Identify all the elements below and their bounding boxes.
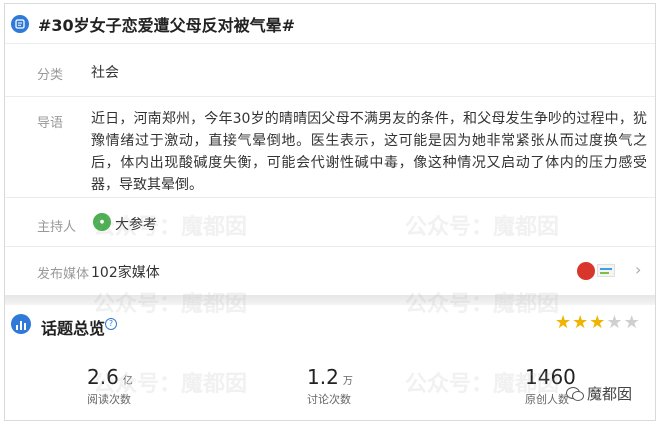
star-icon: ★	[623, 312, 640, 333]
topic-card: #30岁女子恋爱遭父母反对被气晕# 分类 社会 导语 近日，河南郑州，今年30岁…	[5, 4, 655, 295]
chart-icon	[11, 314, 31, 334]
stat-discussions: 1.2 万 讨论次数	[307, 365, 353, 407]
host-row[interactable]: 主持人 ● 大参考	[5, 199, 655, 247]
star-icon: ★	[606, 312, 623, 333]
lead-text: 近日，河南郑州，今年30岁的晴晴因父母不满男友的条件，和父母发生争吵的过程中，犹…	[91, 111, 647, 193]
stat-label: 讨论次数	[307, 393, 351, 406]
stat-label: 阅读次数	[87, 393, 131, 406]
media-logo-icon	[577, 262, 595, 280]
corner-watermark: 魔都囡	[566, 383, 632, 404]
lead-label: 导语	[37, 116, 64, 131]
stat-unit: 亿	[122, 376, 133, 387]
section-divider	[5, 295, 655, 305]
host-name[interactable]: 大参考	[115, 214, 157, 234]
topic-panel: #30岁女子恋爱遭父母反对被气晕# 分类 社会 导语 近日，河南郑州，今年30岁…	[4, 3, 656, 421]
overview-section: 话题总览 ? ★ ★ ★ ★ ★ 2.6 亿 阅读次数 1.2 万 讨论次数 1460 原创…	[5, 305, 655, 420]
stat-reads: 2.6 亿 阅读次数	[87, 365, 133, 407]
topic-title: #30岁女子恋爱遭父母反对被气晕#	[38, 15, 296, 35]
topic-icon	[11, 14, 29, 33]
stat-value: 2.6	[87, 365, 119, 389]
host-label: 主持人	[37, 220, 77, 235]
stat-unit: 万	[342, 376, 353, 387]
overview-title: 话题总览	[41, 319, 106, 338]
media-value: 102家媒体	[91, 265, 160, 281]
host-avatar-icon[interactable]: ●	[93, 213, 111, 231]
stat-value: 1.2	[307, 365, 339, 389]
category-value[interactable]: 社会	[91, 62, 119, 82]
topic-header: #30岁女子恋爱遭父母反对被气晕#	[5, 4, 655, 44]
media-label: 发布媒体	[37, 267, 90, 282]
help-icon[interactable]: ?	[105, 318, 117, 330]
lead-row: 导语 近日，河南郑州，今年30岁的晴晴因父母不满男友的条件，和父母发生争吵的过程…	[5, 98, 655, 198]
star-icon: ★	[555, 312, 572, 333]
media-logo-icon	[597, 264, 615, 277]
chevron-right-icon[interactable]: ›	[635, 260, 641, 279]
corner-watermark-text: 魔都囡	[587, 385, 633, 403]
category-label: 分类	[37, 68, 64, 83]
star-icon: ★	[572, 312, 589, 333]
rating-stars: ★ ★ ★ ★ ★	[555, 314, 640, 332]
category-row: 分类 社会	[5, 45, 655, 97]
wechat-icon	[566, 386, 584, 401]
star-icon: ★	[589, 312, 606, 333]
media-row[interactable]: 发布媒体 102家媒体 ›	[5, 248, 655, 294]
